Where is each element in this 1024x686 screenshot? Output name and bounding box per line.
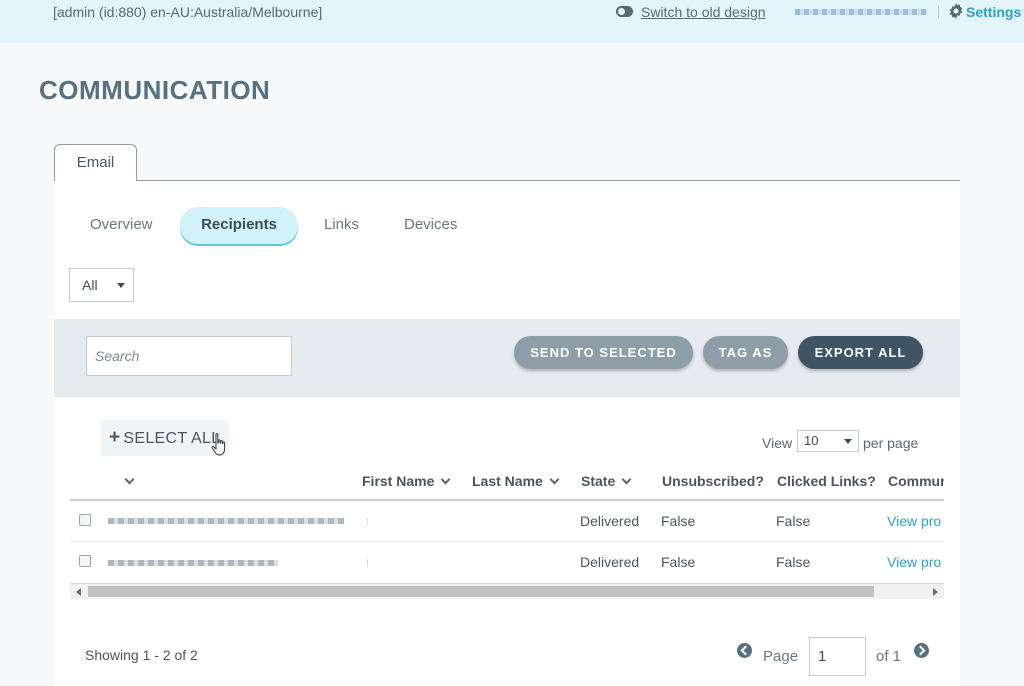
view-label: View — [762, 435, 793, 451]
plus-icon: + — [109, 427, 121, 448]
per-page-label: per page — [863, 435, 919, 451]
hand-cursor-icon — [211, 433, 226, 456]
next-page-icon[interactable] — [914, 643, 929, 658]
page-number-input[interactable] — [809, 637, 866, 676]
switch-design-link[interactable]: Switch to old design — [641, 4, 766, 20]
caret-down-icon — [844, 439, 852, 444]
redacted-email — [108, 518, 344, 524]
settings-link[interactable]: Settings — [966, 4, 1021, 20]
redacted-email — [108, 560, 278, 566]
chevron-down-icon — [440, 474, 451, 485]
cell-unsubscribed: False — [661, 554, 696, 570]
view-profile-link[interactable]: View pro — [887, 513, 944, 529]
gear-icon[interactable] — [948, 3, 964, 19]
cell-state: Delivered — [580, 513, 640, 529]
export-all-button[interactable]: EXPORT ALL — [798, 336, 923, 369]
column-header-first-name[interactable]: First Name — [362, 473, 451, 489]
tab-email[interactable]: Email — [54, 144, 137, 181]
page-title: COMMUNICATION — [39, 75, 271, 105]
column-header-clicked-links[interactable]: Clicked Links? — [777, 473, 876, 489]
view-profile-link[interactable]: View pro — [887, 554, 944, 570]
subtab-devices[interactable]: Devices — [404, 216, 457, 233]
horizontal-scrollbar[interactable] — [70, 583, 944, 599]
cell-clicked-links: False — [776, 513, 811, 529]
per-page-select[interactable]: 10 — [797, 430, 859, 452]
cell-divider — [367, 559, 368, 567]
search-input[interactable] — [86, 336, 292, 376]
table-header-divider — [70, 499, 944, 501]
user-info: [admin (id:880) en-AU:Australia/Melbourn… — [53, 4, 323, 20]
page-total-label: of 1 — [876, 648, 902, 665]
column-header-communication[interactable]: Commur — [888, 473, 944, 489]
cell-unsubscribed: False — [661, 513, 696, 529]
subtab-overview[interactable]: Overview — [90, 216, 153, 233]
subtab-recipients[interactable]: Recipients — [180, 207, 298, 244]
cell-clicked-links: False — [776, 554, 811, 570]
page-label: Page — [763, 648, 799, 665]
top-bar: [admin (id:880) en-AU:Australia/Melbourn… — [0, 0, 1024, 43]
cell-divider — [367, 517, 368, 525]
previous-page-icon[interactable] — [737, 643, 752, 658]
select-all-label: SELECT ALL — [123, 430, 221, 447]
chevron-down-icon — [549, 474, 560, 485]
column-header-state[interactable]: State — [581, 473, 632, 489]
divider — [938, 6, 939, 18]
cell-state: Delivered — [580, 554, 640, 570]
column-header-last-name[interactable]: Last Name — [472, 473, 560, 489]
state-filter-select[interactable]: All — [69, 268, 134, 302]
row-divider — [70, 541, 944, 542]
chevron-down-icon — [621, 474, 632, 485]
filter-value: All — [82, 277, 98, 293]
subtab-links[interactable]: Links — [324, 216, 359, 233]
showing-count: Showing 1 - 2 of 2 — [85, 647, 198, 663]
per-page-value: 10 — [804, 433, 819, 448]
column-header-email[interactable] — [118, 473, 135, 489]
scroll-left-icon[interactable] — [76, 588, 81, 596]
send-to-selected-button[interactable]: SEND TO SELECTED — [514, 336, 693, 369]
row-checkbox[interactable] — [79, 514, 91, 526]
column-header-unsubscribed[interactable]: Unsubscribed? — [662, 473, 764, 489]
chevron-down-icon — [124, 474, 135, 485]
tag-as-button[interactable]: TAG AS — [703, 336, 788, 369]
row-checkbox[interactable] — [79, 555, 91, 567]
caret-down-icon — [117, 283, 125, 288]
scroll-right-icon[interactable] — [933, 588, 938, 596]
scrollbar-thumb[interactable] — [88, 586, 874, 597]
redacted-account-name — [795, 9, 927, 15]
tab-bar-divider — [54, 180, 960, 181]
toggle-icon[interactable] — [616, 6, 633, 17]
